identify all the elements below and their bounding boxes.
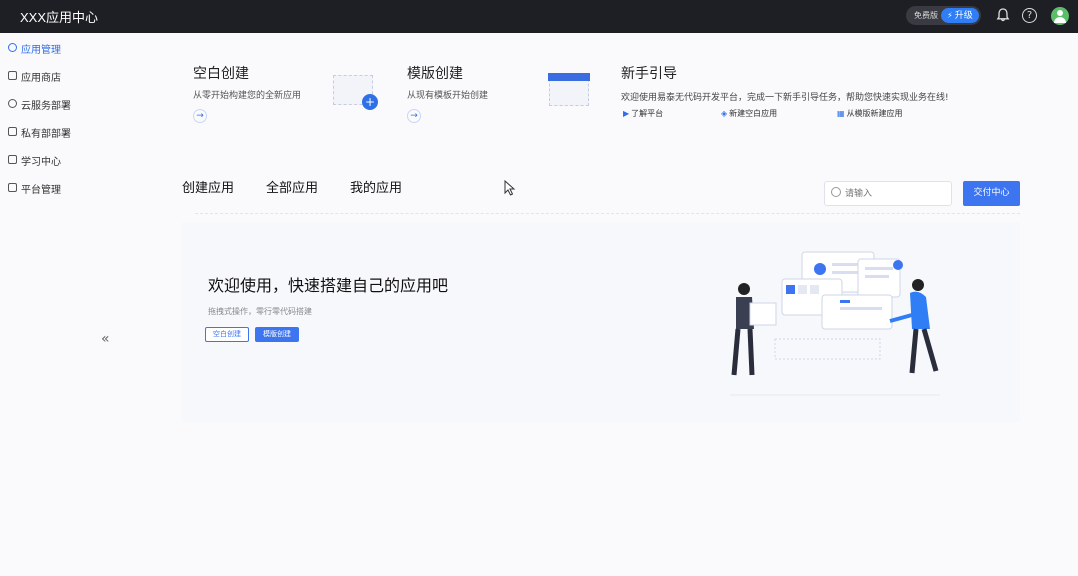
cube-icon: [8, 43, 17, 52]
deliver-center-button[interactable]: 交付中心: [963, 181, 1020, 206]
search-icon: [831, 187, 841, 197]
store-icon: [8, 71, 17, 80]
template-icon: ▦: [837, 109, 845, 118]
sidebar-item-private-deploy[interactable]: 私有部部署: [0, 119, 110, 143]
upgrade-label: 升级: [954, 11, 973, 21]
sidebar-item-app-management[interactable]: 应用管理: [0, 35, 110, 59]
arrow-right-icon[interactable]: →: [193, 109, 207, 123]
version-label: 免费版: [914, 11, 938, 20]
card-title: 新手引导: [621, 66, 677, 82]
guide-link-new-blank[interactable]: ◈ 新建空白应用: [721, 108, 777, 119]
guide-desc: 欢迎使用易泰无代码开发平台，完成一下新手引导任务，帮助您快速实现业务在线!: [621, 93, 949, 103]
plus-icon: +: [362, 94, 378, 110]
blank-create-card[interactable]: 空白创建 从零开始构建您的全新应用 → +: [193, 60, 393, 130]
guide-link-label: 了解平台: [631, 109, 664, 118]
sidebar-item-label: 应用管理: [21, 45, 61, 56]
card-desc: 从现有模板开始创建: [407, 91, 489, 101]
search-box[interactable]: [824, 181, 952, 206]
guide-card: 新手引导 欢迎使用易泰无代码开发平台，完成一下新手引导任务，帮助您快速实现业务在…: [621, 60, 1001, 130]
sidebar-item-platform[interactable]: 平台管理: [0, 175, 110, 199]
welcome-panel: 欢迎使用，快速搭建自己的应用吧 拖拽式操作，零行零代码搭建 空白创建 模版创建: [182, 222, 1020, 422]
top-bar: XXX应用中心 免费版 ⚡ 升级 ?: [0, 0, 1078, 33]
book-icon: [8, 155, 17, 164]
tab-create-app[interactable]: 创建应用: [182, 177, 234, 196]
welcome-subtitle: 拖拽式操作，零行零代码搭建: [208, 307, 312, 316]
platform-icon: [8, 183, 17, 192]
template-illustration: [548, 73, 590, 106]
divider: [195, 213, 1020, 214]
version-badge: 免费版 ⚡ 升级: [906, 6, 981, 25]
welcome-illustration: [730, 247, 945, 402]
card-desc: 从零开始构建您的全新应用: [193, 91, 302, 101]
welcome-title: 欢迎使用，快速搭建自己的应用吧: [208, 276, 449, 295]
mouse-cursor-icon: [504, 179, 516, 200]
sidebar-item-learning[interactable]: 学习中心: [0, 147, 110, 171]
cloud-icon: [8, 99, 17, 108]
guide-link-from-template[interactable]: ▦ 从模版新建应用: [837, 108, 903, 119]
welcome-blank-button[interactable]: 空白创建: [205, 327, 249, 342]
template-create-card[interactable]: 模版创建 从现有模板开始创建 →: [407, 60, 607, 130]
card-title: 模版创建: [407, 66, 463, 82]
server-icon: [8, 127, 17, 136]
help-icon[interactable]: ?: [1022, 8, 1037, 23]
arrow-right-icon[interactable]: →: [407, 109, 421, 123]
sidebar: 应用管理 应用商店 云服务部署 私有部部署 学习中心 平台管理 «: [0, 33, 110, 576]
upgrade-button[interactable]: ⚡ 升级: [941, 8, 979, 23]
welcome-template-button[interactable]: 模版创建: [255, 327, 299, 342]
search-input[interactable]: [845, 185, 945, 202]
avatar[interactable]: [1051, 7, 1069, 25]
rocket-icon: ⚡: [947, 11, 953, 20]
tab-my-apps[interactable]: 我的应用: [350, 177, 402, 196]
app-title[interactable]: XXX应用中心: [20, 7, 98, 26]
sidebar-item-label: 平台管理: [21, 185, 61, 196]
cube-icon: ◈: [721, 109, 728, 118]
blank-app-illustration: +: [333, 75, 378, 110]
collapse-sidebar-icon[interactable]: «: [101, 331, 110, 347]
guide-link-about[interactable]: ▶ 了解平台: [623, 108, 663, 119]
guide-link-label: 从模版新建应用: [846, 109, 903, 118]
card-title: 空白创建: [193, 66, 249, 82]
sidebar-item-label: 私有部部署: [21, 129, 71, 140]
sidebar-item-label: 学习中心: [21, 157, 61, 168]
guide-link-label: 新建空白应用: [729, 109, 778, 118]
sidebar-item-cloud-deploy[interactable]: 云服务部署: [0, 91, 110, 115]
sidebar-item-label: 应用商店: [21, 73, 61, 84]
sidebar-item-app-store[interactable]: 应用商店: [0, 63, 110, 87]
tab-all-apps[interactable]: 全部应用: [266, 177, 318, 196]
sidebar-item-label: 云服务部署: [21, 101, 71, 112]
play-icon: ▶: [623, 109, 630, 118]
bell-icon[interactable]: [995, 8, 1011, 24]
